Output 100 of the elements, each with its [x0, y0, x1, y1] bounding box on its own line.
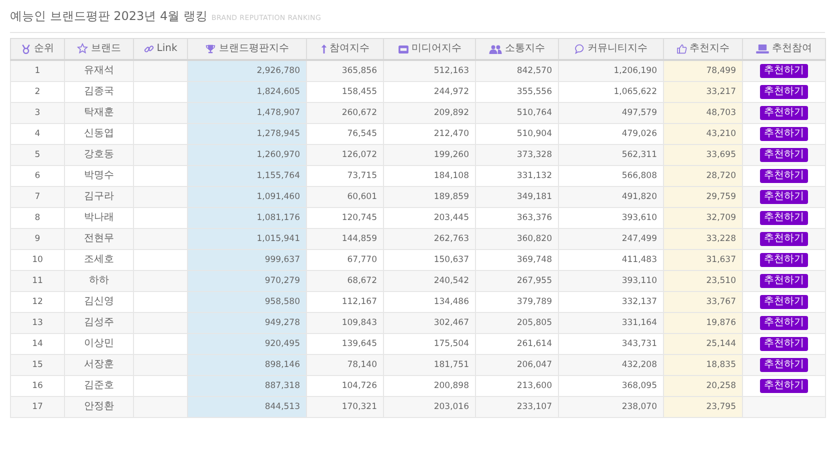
name-cell: 하하	[89, 274, 109, 286]
name-cell: 박명수	[84, 170, 114, 180]
number-cell: 1,206,190	[614, 66, 657, 76]
recommend-button[interactable]: 추천하기	[760, 190, 808, 204]
number-cell: 842,570	[516, 66, 552, 76]
recommend-button[interactable]: 추천하기	[760, 148, 808, 162]
number-cell: 212,470	[434, 128, 469, 138]
rank-cell: 11	[32, 276, 43, 286]
recommend-button[interactable]: 추천하기	[760, 84, 808, 98]
number-cell: 1,065,622	[614, 86, 657, 96]
number-cell: 144,859	[342, 234, 377, 244]
number-cell: 260,672	[342, 108, 377, 118]
media-icon	[398, 44, 408, 54]
number-cell: 67,770	[347, 254, 377, 264]
number-cell: 1,824,605	[256, 86, 300, 96]
number-cell: 411,483	[622, 254, 657, 264]
number-cell: 233,107	[516, 402, 552, 412]
recommend-button[interactable]: 추천하기	[760, 64, 808, 78]
rank-cell: 16	[32, 380, 43, 390]
number-cell: 48,703	[706, 108, 736, 118]
name-cell: 김준호	[84, 380, 114, 390]
number-cell: 200,898	[434, 380, 469, 390]
number-cell: 206,047	[516, 360, 552, 370]
column-header: 미디어지수	[412, 43, 462, 56]
recommend-button[interactable]: 추천하기	[760, 336, 808, 350]
number-cell: 68,672	[347, 276, 377, 286]
number-cell: 240,542	[434, 276, 469, 286]
number-cell: 33,695	[706, 150, 736, 160]
number-cell: 1,091,460	[256, 192, 300, 202]
number-cell: 267,955	[516, 276, 552, 286]
name-cell: 이상민	[84, 338, 114, 348]
number-cell: 32,709	[706, 212, 736, 222]
number-cell: 393,110	[622, 276, 657, 286]
number-cell: 363,376	[516, 212, 552, 222]
number-cell: 28,720	[706, 170, 736, 180]
name-cell: 탁재훈	[84, 106, 114, 118]
star-icon	[77, 43, 88, 54]
number-cell: 920,495	[264, 338, 300, 348]
number-cell: 844,513	[264, 402, 300, 412]
number-cell: 184,108	[434, 170, 469, 180]
link-icon	[144, 44, 154, 54]
number-cell: 566,808	[622, 170, 657, 180]
recommend-button[interactable]: 추천하기	[760, 316, 808, 330]
column-header: 순위	[34, 43, 54, 55]
number-cell: 479,026	[622, 128, 657, 138]
number-cell: 1,260,970	[256, 150, 300, 160]
number-cell: 150,637	[434, 254, 469, 264]
number-cell: 887,318	[264, 380, 300, 390]
number-cell: 181,751	[434, 360, 469, 370]
number-cell: 139,645	[342, 338, 377, 348]
number-cell: 126,072	[342, 150, 377, 160]
column-header: 커뮤니티지수	[588, 43, 648, 55]
recommend-button[interactable]: 추천하기	[760, 274, 808, 288]
number-cell: 379,789	[516, 296, 552, 306]
number-cell: 120,745	[342, 212, 377, 222]
trophy-icon	[205, 44, 216, 54]
number-cell: 78,499	[706, 66, 736, 76]
number-cell: 247,499	[622, 234, 657, 244]
number-cell: 369,748	[516, 254, 552, 264]
number-cell: 302,467	[434, 318, 469, 328]
number-cell: 33,767	[706, 296, 736, 306]
rank-cell: 1	[34, 66, 40, 76]
recommend-button[interactable]: 추천하기	[760, 252, 808, 266]
name-cell: 안정환	[84, 400, 114, 412]
recommend-button[interactable]: 추천하기	[760, 210, 808, 224]
recommend-button[interactable]: 추천하기	[760, 106, 808, 120]
number-cell: 170,321	[342, 402, 377, 412]
number-cell: 1,278,945	[256, 128, 300, 138]
recommend-button[interactable]: 추천하기	[760, 294, 808, 308]
column-header: 참여지수	[330, 43, 370, 55]
chat-icon	[574, 44, 584, 54]
number-cell: 112,167	[342, 296, 377, 306]
number-cell: 1,015,941	[256, 234, 300, 244]
recommend-button[interactable]: 추천하기	[760, 168, 808, 182]
recommend-button[interactable]: 추천하기	[760, 126, 808, 140]
column-header: Link	[156, 43, 178, 55]
number-cell: 25,144	[706, 338, 736, 348]
number-cell: 393,610	[622, 212, 657, 222]
thumbs-up-icon	[676, 44, 686, 54]
number-cell: 497,579	[622, 108, 657, 118]
recommend-button[interactable]: 추천하기	[760, 378, 808, 392]
number-cell: 343,731	[622, 338, 657, 348]
rank-cell: 8	[34, 212, 40, 222]
number-cell: 33,228	[706, 234, 736, 244]
name-cell: 신동엽	[84, 128, 114, 138]
rank-cell: 12	[32, 296, 43, 306]
number-cell: 510,764	[516, 108, 552, 118]
column-header: 소통지수	[505, 43, 545, 56]
number-cell: 189,859	[434, 192, 469, 202]
number-cell: 373,328	[516, 150, 552, 160]
page-title: 예능인 브랜드평판 2023년 4월 랭킹	[10, 9, 208, 24]
name-cell: 김신영	[84, 296, 114, 306]
number-cell: 23,510	[706, 276, 736, 286]
number-cell: 18,835	[706, 360, 736, 370]
rank-cell: 15	[32, 360, 43, 370]
recommend-button[interactable]: 추천하기	[760, 358, 808, 372]
recommend-button[interactable]: 추천하기	[760, 232, 808, 246]
rank-cell: 6	[34, 170, 40, 180]
number-cell: 104,726	[342, 380, 377, 390]
number-cell: 360,820	[516, 234, 552, 244]
